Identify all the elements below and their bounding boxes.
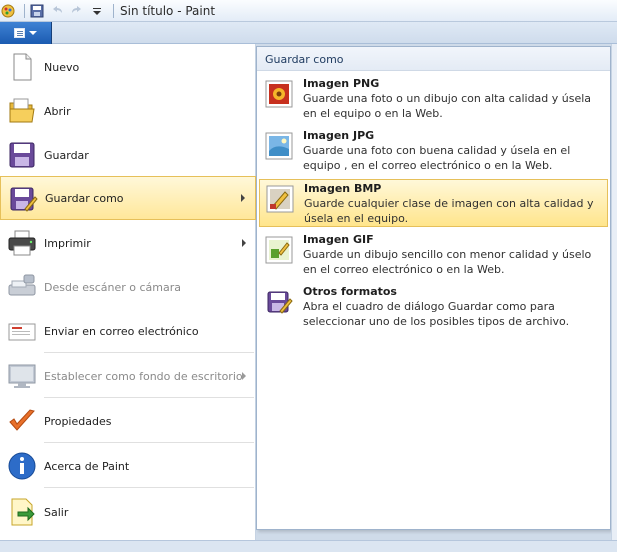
menu-item-label: Abrir xyxy=(44,104,71,118)
menu-item-label: Nuevo xyxy=(44,60,80,74)
status-strip xyxy=(0,540,617,552)
option-title: Imagen GIF xyxy=(303,233,374,246)
save-option-gif[interactable]: Imagen GIF Guarde un dibujo sencillo con… xyxy=(259,231,608,281)
submenu-arrow-icon xyxy=(241,194,245,202)
scanner-icon xyxy=(8,274,36,296)
menu-divider xyxy=(44,397,254,398)
menu-item-label: Salir xyxy=(44,505,69,519)
save-disk-icon xyxy=(9,142,35,168)
qat-separator xyxy=(113,4,114,18)
vertical-scrollbar[interactable] xyxy=(611,44,617,540)
printer-icon xyxy=(8,230,36,256)
menu-item-propiedades[interactable]: Propiedades xyxy=(0,399,256,443)
customize-arrow-icon[interactable] xyxy=(89,3,105,19)
undo-icon[interactable] xyxy=(49,3,65,19)
png-image-icon xyxy=(265,80,293,108)
option-description: Guarde una foto con buena calidad y úsel… xyxy=(303,144,571,172)
title-bar: Sin título - Paint xyxy=(0,0,617,22)
checkmark-icon xyxy=(9,409,35,431)
email-icon xyxy=(8,323,36,341)
dropdown-arrow-icon xyxy=(29,31,37,35)
info-icon xyxy=(8,452,36,480)
menu-item-enviar-correo[interactable]: Enviar en correo electrónico xyxy=(0,309,256,353)
submenu-header: Guardar como xyxy=(257,47,610,71)
paint-app-icon[interactable] xyxy=(0,3,16,19)
jpg-image-icon xyxy=(265,132,293,160)
menu-item-label: Desde escáner o cámara xyxy=(44,280,181,294)
open-folder-icon xyxy=(9,98,35,123)
save-as-icon xyxy=(10,187,38,212)
option-title: Imagen JPG xyxy=(303,129,375,142)
menu-item-imprimir[interactable]: Imprimir xyxy=(0,221,256,265)
save-option-otros[interactable]: Otros formatos Abra el cuadro de diálogo… xyxy=(259,283,608,333)
menu-item-fondo-escritorio[interactable]: Establecer como fondo de escritorio xyxy=(0,354,256,398)
menu-item-desde-escaner[interactable]: Desde escáner o cámara xyxy=(0,265,256,309)
option-description: Guarde cualquier clase de imagen con alt… xyxy=(304,197,594,225)
menu-item-label: Guardar xyxy=(44,148,89,162)
bmp-image-icon xyxy=(266,185,294,213)
menu-item-salir[interactable]: Salir xyxy=(0,490,256,534)
redo-icon[interactable] xyxy=(69,3,85,19)
menu-item-label: Enviar en correo electrónico xyxy=(44,324,199,338)
application-menu: Nuevo Abrir Guardar Guardar como Imprimi… xyxy=(0,44,256,540)
menu-item-label: Imprimir xyxy=(44,236,91,250)
qat-separator xyxy=(24,4,25,18)
menu-divider xyxy=(44,442,254,443)
menu-item-guardar-como[interactable]: Guardar como xyxy=(0,176,256,220)
submenu-arrow-icon xyxy=(242,239,246,247)
menu-item-label: Guardar como xyxy=(45,191,124,205)
menu-item-label: Acerca de Paint xyxy=(44,459,130,473)
option-title: Imagen PNG xyxy=(303,77,380,90)
menu-item-acerca-de[interactable]: Acerca de Paint xyxy=(0,444,256,488)
other-formats-icon xyxy=(267,291,293,314)
menu-item-label: Propiedades xyxy=(44,414,112,428)
window-title: Sin título - Paint xyxy=(120,4,216,18)
desktop-background-icon xyxy=(8,364,36,388)
menu-item-guardar[interactable]: Guardar xyxy=(0,133,256,177)
option-description: Guarde un dibujo sencillo con menor cali… xyxy=(303,248,592,276)
save-option-bmp[interactable]: Imagen BMP Guarde cualquier clase de ima… xyxy=(259,179,608,227)
menu-divider xyxy=(44,352,254,353)
submenu-title: Guardar como xyxy=(265,53,344,66)
gif-image-icon xyxy=(265,236,293,264)
menu-divider xyxy=(44,487,254,488)
option-title: Otros formatos xyxy=(303,285,397,298)
new-document-icon xyxy=(13,53,32,81)
menu-item-abrir[interactable]: Abrir xyxy=(0,89,256,133)
ribbon-bar xyxy=(0,22,617,44)
submenu-arrow-icon xyxy=(242,372,246,380)
exit-icon xyxy=(11,498,35,526)
menu-item-label: Establecer como fondo de escritorio xyxy=(44,369,243,383)
option-description: Guarde una foto o un dibujo con alta cal… xyxy=(303,92,592,120)
save-option-png[interactable]: Imagen PNG Guarde una foto o un dibujo c… xyxy=(259,75,608,125)
save-option-jpg[interactable]: Imagen JPG Guarde una foto con buena cal… xyxy=(259,127,608,177)
save-icon[interactable] xyxy=(29,3,45,19)
document-icon xyxy=(14,28,25,38)
quick-access-toolbar xyxy=(0,2,118,20)
option-description: Abra el cuadro de diálogo Guardar como p… xyxy=(303,300,570,328)
option-title: Imagen BMP xyxy=(304,182,382,195)
save-as-submenu: Guardar como Imagen PNG Guarde una foto … xyxy=(256,46,611,530)
paint-menu-button[interactable] xyxy=(0,22,52,44)
menu-item-nuevo[interactable]: Nuevo xyxy=(0,45,256,89)
